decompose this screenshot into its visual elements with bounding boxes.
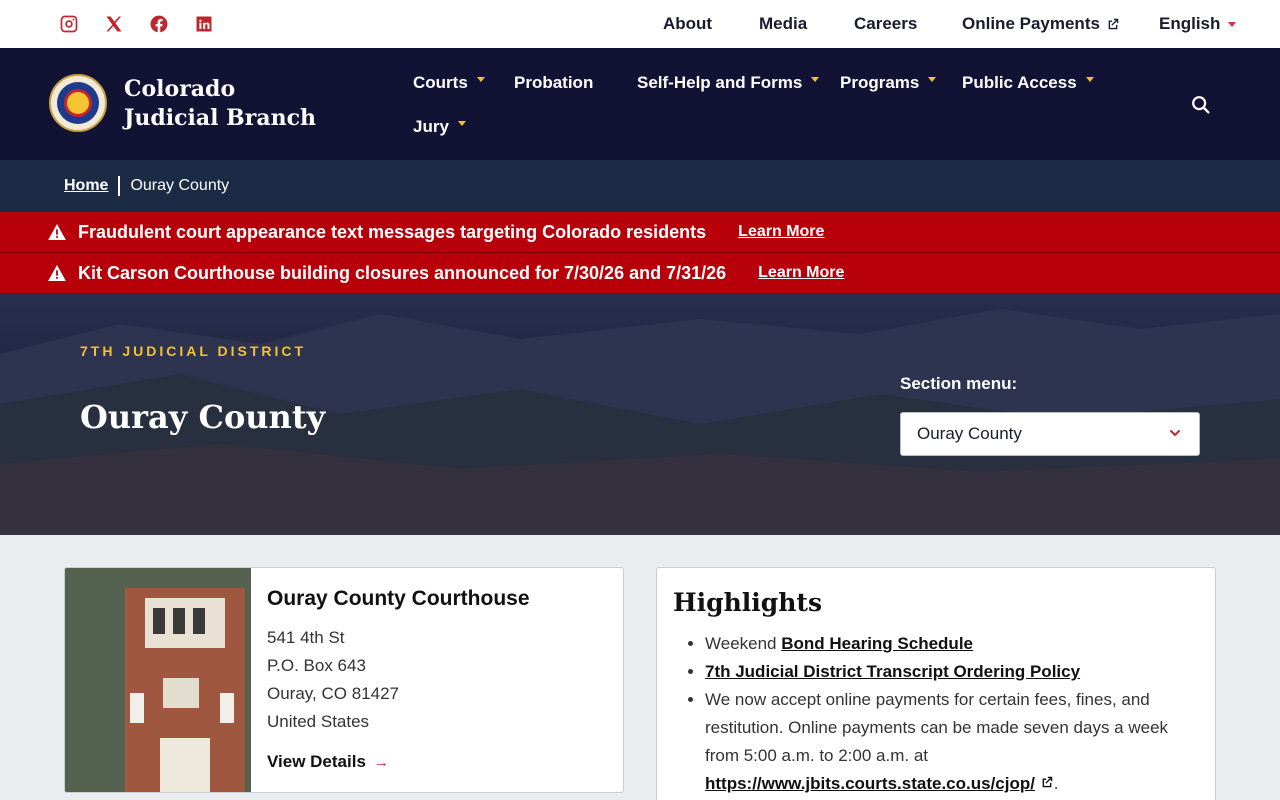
list-item: Weekend Bond Hearing Schedule [705, 630, 1205, 658]
nav-public-access[interactable]: Public Access [962, 73, 1094, 93]
courthouse-address: 541 4th St P.O. Box 643 Ouray, CO 81427 … [267, 624, 399, 736]
alert-text: Fraudulent court appearance text message… [78, 221, 707, 242]
nav-jury[interactable]: Jury [413, 117, 466, 137]
district-eyebrow: 7TH JUDICIAL DISTRICT [80, 343, 307, 359]
address-street: 541 4th St [267, 628, 345, 647]
courthouse-photo [65, 568, 251, 792]
careers-link[interactable]: Careers [854, 14, 917, 34]
nav-programs[interactable]: Programs [840, 73, 937, 93]
breadcrumb: Home Ouray County [0, 160, 1280, 212]
payments-url-link[interactable]: https://www.jbits.courts.state.co.us/cjo… [705, 774, 1035, 793]
nav-jury-label: Jury [413, 117, 449, 136]
nav-probation-label: Probation [514, 73, 594, 92]
external-link-icon [1042, 776, 1052, 788]
online-payments-link[interactable]: Online Payments [962, 14, 1120, 34]
address-po-box: P.O. Box 643 [267, 656, 366, 675]
alert-banner: Kit Carson Courthouse building closures … [0, 253, 1280, 294]
utility-bar: About Media Careers Online Payments Engl… [0, 0, 1280, 48]
breadcrumb-separator [118, 176, 121, 196]
alert-banner: Fraudulent court appearance text message… [0, 212, 1280, 253]
site-header: Colorado Judicial Branch Courts Probatio… [0, 48, 1280, 160]
x-icon[interactable] [103, 13, 125, 35]
search-icon[interactable] [1190, 94, 1212, 116]
external-link-icon [1108, 18, 1119, 30]
warning-icon [48, 224, 66, 240]
instagram-icon[interactable] [58, 13, 80, 35]
bond-hearing-schedule-link[interactable]: Bond Hearing Schedule [781, 634, 973, 653]
caret-down-icon [811, 76, 820, 82]
highlights-list: Weekend Bond Hearing Schedule 7th Judici… [705, 630, 1205, 798]
list-item: 7th Judicial District Transcript Orderin… [705, 658, 1205, 686]
view-details-label: View Details [267, 752, 366, 771]
nav-public-access-label: Public Access [962, 73, 1077, 92]
section-menu-select[interactable]: Ouray County [900, 412, 1200, 456]
social-links [58, 13, 238, 35]
facebook-icon[interactable] [148, 13, 170, 35]
address-country: United States [267, 712, 370, 731]
transcript-policy-link[interactable]: 7th Judicial District Transcript Orderin… [705, 662, 1080, 681]
highlights-card: Highlights Weekend Bond Hearing Schedule… [656, 567, 1216, 800]
learn-more-link[interactable]: Learn More [738, 223, 824, 241]
caret-down-icon [1228, 21, 1237, 27]
caret-down-icon [476, 76, 485, 82]
nav-programs-label: Programs [840, 73, 920, 92]
section-menu-label: Section menu: [900, 374, 1018, 393]
section-menu-value: Ouray County [917, 424, 1022, 443]
payments-text: We now accept online payments for certai… [705, 690, 1169, 765]
alert-text: Kit Carson Courthouse building closures … [78, 262, 727, 283]
about-link[interactable]: About [663, 14, 712, 34]
linkedin-icon[interactable] [193, 13, 215, 35]
highlights-title: Highlights [673, 588, 823, 617]
language-selector[interactable]: English [1159, 14, 1237, 34]
media-link[interactable]: Media [759, 14, 807, 34]
page-title: Ouray County [80, 398, 326, 436]
language-label: English [1159, 14, 1221, 33]
address-city: Ouray, CO 81427 [267, 684, 399, 703]
courthouse-name: Ouray County Courthouse [267, 587, 530, 610]
nav-self-help-label: Self-Help and Forms [637, 73, 803, 92]
hero-banner: 7TH JUDICIAL DISTRICT Ouray County Secti… [0, 294, 1280, 535]
breadcrumb-home[interactable]: Home [64, 177, 108, 195]
nav-self-help[interactable]: Self-Help and Forms [637, 73, 820, 93]
online-payments-label: Online Payments [962, 14, 1100, 33]
caret-down-icon [457, 120, 466, 126]
chevron-down-icon [1170, 430, 1180, 437]
highlight-prefix: Weekend [705, 634, 777, 653]
list-item: We now accept online payments for certai… [705, 686, 1205, 798]
caret-down-icon [1085, 76, 1094, 82]
warning-icon [48, 265, 66, 281]
brand-name[interactable]: Colorado Judicial Branch [124, 75, 324, 133]
courthouse-card: Ouray County Courthouse 541 4th St P.O. … [64, 567, 624, 793]
nav-courts[interactable]: Courts [413, 73, 485, 93]
learn-more-link[interactable]: Learn More [758, 264, 844, 282]
nav-probation[interactable]: Probation [514, 73, 593, 93]
nav-courts-label: Courts [413, 73, 468, 92]
breadcrumb-current: Ouray County [130, 177, 230, 194]
arrow-right-icon: → [373, 753, 389, 771]
caret-down-icon [928, 76, 937, 82]
view-details-link[interactable]: View Details → [267, 752, 389, 772]
colorado-judicial-seal-logo[interactable] [49, 74, 107, 132]
